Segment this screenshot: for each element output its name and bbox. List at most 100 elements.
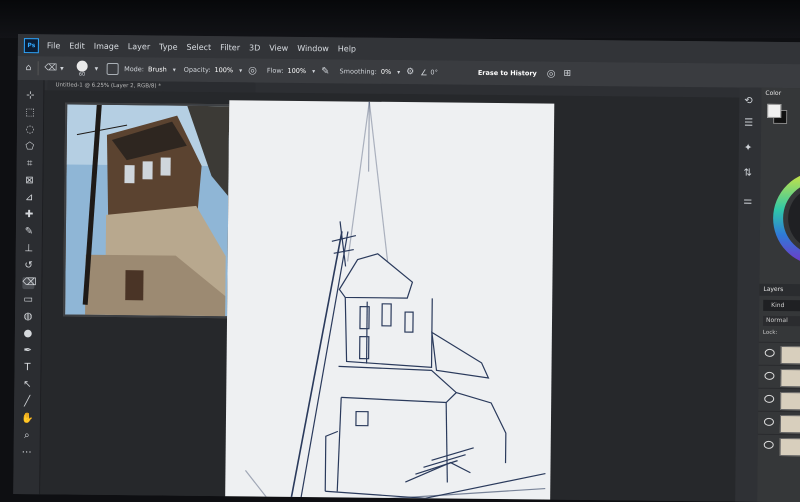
photoshop-window: Ps File Edit Image Layer Type Select Fil… bbox=[13, 34, 800, 502]
layer-comps-icon[interactable]: ⚌ bbox=[743, 196, 752, 207]
layer-row[interactable] bbox=[758, 387, 800, 412]
chevron-down-icon[interactable]: ▾ bbox=[173, 66, 176, 73]
monitor-bezel bbox=[0, 0, 800, 38]
app-logo[interactable]: Ps bbox=[23, 37, 39, 53]
menu-window[interactable]: Window bbox=[297, 43, 329, 52]
type-tool-icon[interactable]: T bbox=[21, 362, 33, 374]
history-brush-tool-icon[interactable]: ↺ bbox=[23, 260, 35, 272]
lock-label: Lock: bbox=[762, 329, 778, 336]
properties-icon[interactable]: ☰ bbox=[744, 118, 753, 129]
brush-settings-panel-icon[interactable]: ✦ bbox=[744, 143, 753, 154]
home-icon[interactable]: ⌂ bbox=[26, 63, 32, 73]
layer-row[interactable] bbox=[757, 433, 800, 458]
smoothing-value: 0% bbox=[380, 67, 392, 76]
brush-size-value: 60 bbox=[78, 71, 86, 78]
menu-layer[interactable]: Layer bbox=[128, 42, 150, 51]
menu-file[interactable]: File bbox=[47, 41, 60, 50]
line-tool-icon[interactable]: ╱ bbox=[21, 396, 33, 408]
angle-value[interactable]: 0° bbox=[430, 68, 437, 76]
brush-tip-icon bbox=[76, 60, 88, 72]
more-tool-icon[interactable]: ⋯ bbox=[21, 447, 33, 459]
layer-thumbnail bbox=[779, 437, 800, 457]
layer-thumbnail bbox=[780, 392, 800, 411]
color-wheel[interactable] bbox=[771, 158, 800, 279]
opacity-value: 100% bbox=[214, 66, 234, 75]
smoothing-label: Smoothing: bbox=[339, 67, 377, 76]
layer-row[interactable] bbox=[758, 341, 800, 366]
dodge-tool-icon[interactable]: ● bbox=[22, 328, 34, 340]
layer-thumbnail bbox=[779, 415, 800, 434]
layer-row[interactable] bbox=[758, 364, 800, 389]
symmetry-icon[interactable]: ⊞ bbox=[563, 69, 571, 79]
blur-tool-icon[interactable]: ◍ bbox=[22, 311, 34, 323]
menu-filter[interactable]: Filter bbox=[220, 43, 240, 52]
pressure-opacity-icon[interactable]: ◎ bbox=[248, 65, 257, 76]
zoom-tool-icon[interactable]: ⌕ bbox=[21, 430, 33, 442]
angle-icon: ∠ bbox=[420, 67, 428, 77]
menu-3d[interactable]: 3D bbox=[249, 43, 260, 52]
chevron-down-icon[interactable]: ▾ bbox=[95, 65, 99, 73]
reference-photo[interactable] bbox=[63, 102, 232, 319]
blend-mode-select[interactable]: Normal bbox=[762, 315, 800, 327]
gradient-tool-icon[interactable]: ▭ bbox=[22, 294, 34, 306]
opacity-control[interactable]: Opacity: 100% bbox=[184, 66, 233, 75]
menu-type[interactable]: Type bbox=[159, 42, 177, 51]
divider bbox=[37, 61, 39, 76]
opacity-label: Opacity: bbox=[183, 65, 211, 75]
airbrush-icon[interactable]: ✎ bbox=[321, 66, 330, 77]
frame-tool-icon[interactable]: ⊠ bbox=[23, 175, 35, 187]
menu-help[interactable]: Help bbox=[338, 44, 356, 53]
brush-size-picker[interactable]: 60 bbox=[74, 60, 91, 77]
chevron-down-icon[interactable]: ▾ bbox=[239, 67, 242, 74]
mode-value: Brush bbox=[147, 65, 167, 74]
gear-icon[interactable]: ⚙ bbox=[406, 67, 414, 77]
drawing-canvas[interactable] bbox=[224, 100, 555, 502]
marquee-tool-icon[interactable]: ⬚ bbox=[24, 107, 36, 119]
tab-color[interactable]: Color bbox=[761, 88, 800, 100]
lasso-tool-icon[interactable]: ◌ bbox=[24, 124, 36, 136]
eye-icon[interactable] bbox=[764, 394, 775, 403]
flow-label: Flow: bbox=[266, 66, 284, 75]
quick-select-tool-icon[interactable]: ⬠ bbox=[24, 141, 36, 153]
pen-tool-icon[interactable]: ✒ bbox=[22, 345, 34, 357]
menu-view[interactable]: View bbox=[269, 43, 288, 52]
chevron-down-icon[interactable]: ▾ bbox=[312, 68, 315, 75]
tab-layers[interactable]: Layers bbox=[759, 283, 800, 297]
eye-icon[interactable] bbox=[763, 440, 774, 449]
crop-tool-icon[interactable]: ⌗ bbox=[24, 158, 36, 170]
eraser-tool-icon[interactable]: ⌫ bbox=[22, 277, 37, 290]
mode-control[interactable]: Mode: Brush bbox=[124, 65, 167, 73]
layer-filter-kind[interactable]: Kind bbox=[763, 299, 800, 312]
menu-select[interactable]: Select bbox=[186, 42, 211, 51]
reference-photo-image bbox=[65, 104, 230, 317]
foreground-color-swatch[interactable] bbox=[767, 103, 782, 118]
menu-edit[interactable]: Edit bbox=[69, 41, 85, 50]
mode-label: Mode: bbox=[124, 65, 145, 74]
eraser-preset-icon[interactable]: ⌫ bbox=[44, 63, 57, 73]
menu-image[interactable]: Image bbox=[94, 41, 119, 50]
smoothing-control[interactable]: Smoothing: 0% bbox=[340, 67, 392, 76]
eye-icon[interactable] bbox=[764, 348, 775, 357]
building-sketch bbox=[244, 101, 546, 502]
chevron-down-icon[interactable]: ▾ bbox=[60, 64, 64, 72]
layer-row[interactable] bbox=[757, 410, 800, 435]
eye-icon[interactable] bbox=[764, 371, 775, 380]
eye-icon[interactable] bbox=[763, 417, 775, 426]
eyedropper-tool-icon[interactable]: ⊿ bbox=[23, 192, 35, 204]
healing-tool-icon[interactable]: ✚ bbox=[23, 209, 35, 221]
move-tool-icon[interactable]: ⊹ bbox=[24, 90, 36, 102]
stamp-tool-icon[interactable]: ⊥ bbox=[23, 243, 35, 255]
pressure-size-icon[interactable]: ◎ bbox=[547, 68, 556, 79]
history-icon[interactable]: ⟲ bbox=[744, 96, 753, 107]
layer-thumbnail bbox=[780, 369, 800, 388]
flow-control[interactable]: Flow: 100% bbox=[267, 67, 306, 75]
hand-tool-icon[interactable]: ✋ bbox=[21, 413, 34, 425]
erase-to-history-toggle[interactable]: Erase to History bbox=[478, 69, 537, 78]
brush-tool-icon[interactable]: ✎ bbox=[23, 226, 35, 238]
chevron-down-icon[interactable]: ▾ bbox=[397, 68, 400, 75]
adjustments-icon[interactable]: ⇅ bbox=[744, 168, 753, 179]
path-select-tool-icon[interactable]: ↖ bbox=[21, 379, 33, 391]
right-panels: Color Layers Kind Normal Lock: bbox=[757, 87, 800, 502]
brush-settings-icon[interactable] bbox=[107, 62, 120, 76]
flow-value: 100% bbox=[287, 66, 307, 76]
